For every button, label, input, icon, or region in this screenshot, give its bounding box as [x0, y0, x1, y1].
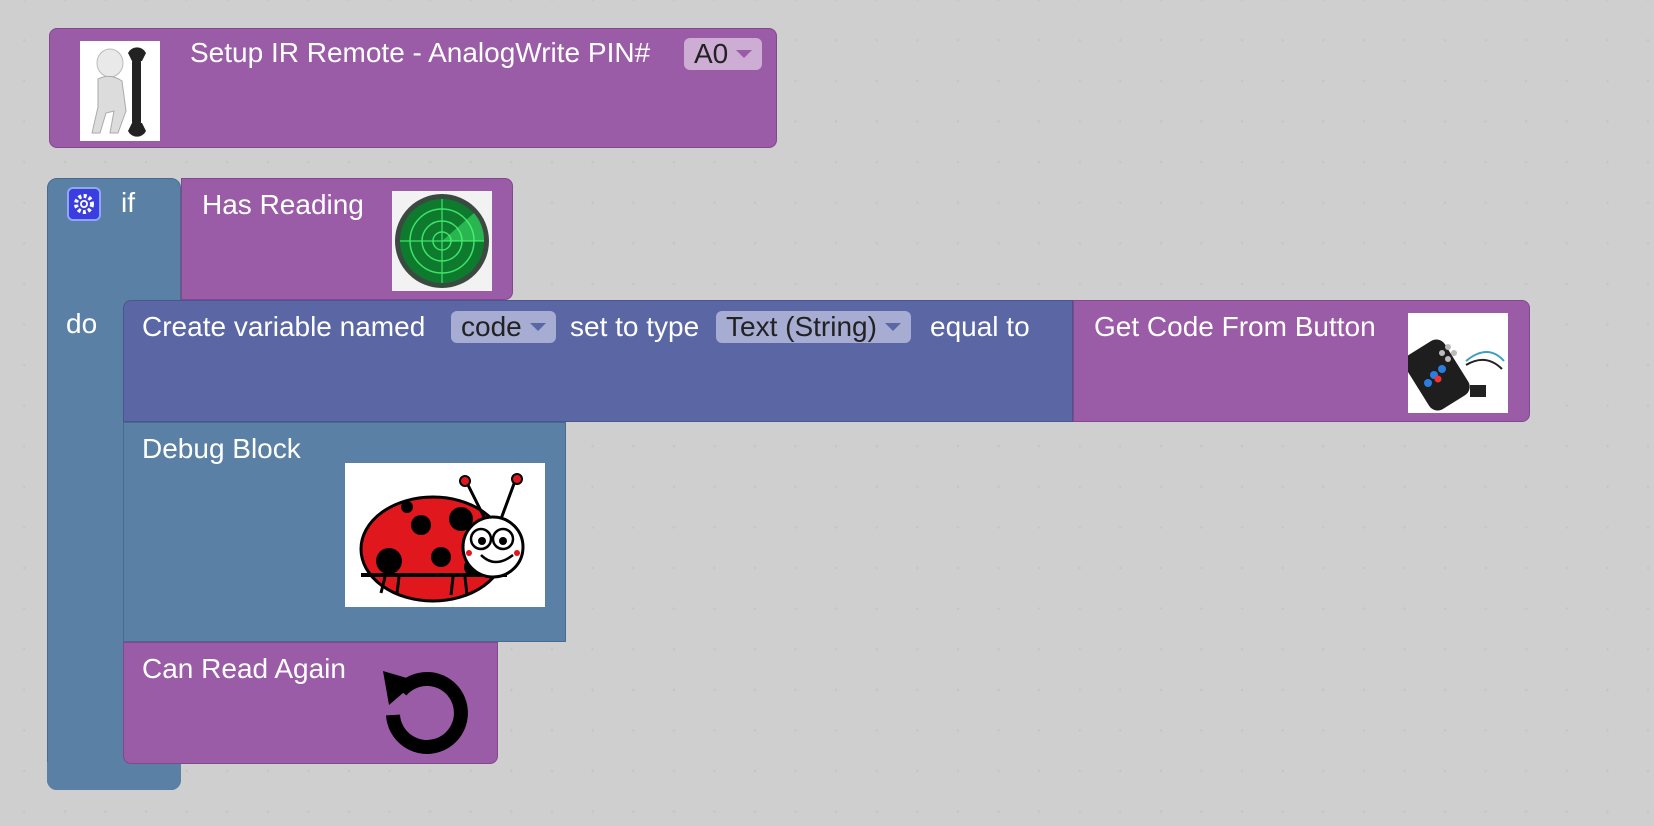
has-reading-block[interactable]: Has Reading: [181, 178, 513, 300]
chevron-down-icon: [529, 323, 546, 331]
setup-ir-remote-block[interactable]: Setup IR Remote - AnalogWrite PIN# A0: [49, 28, 777, 148]
debug-block-label: Debug Block: [142, 433, 301, 464]
do-label: do: [66, 308, 98, 339]
chevron-down-icon: [884, 323, 901, 331]
refresh-icon: [379, 661, 473, 755]
variable-name-dropdown[interactable]: code: [451, 311, 556, 343]
variable-type-value: Text (String): [726, 311, 877, 342]
if-label: if: [121, 187, 135, 218]
can-read-again-block[interactable]: Can Read Again: [123, 642, 498, 764]
create-variable-prefix: Create variable named: [142, 311, 426, 342]
mechanic-wrench-figure-icon: [80, 41, 160, 141]
get-code-label: Get Code From Button: [1094, 311, 1376, 342]
chevron-down-icon: [736, 50, 753, 58]
setup-block-label: Setup IR Remote - AnalogWrite PIN#: [190, 37, 651, 68]
has-reading-label: Has Reading: [202, 189, 364, 220]
create-variable-block[interactable]: Create variable named code set to type T…: [123, 300, 1073, 422]
pin-dropdown[interactable]: A0: [684, 38, 763, 70]
create-variable-suffix: equal to: [930, 311, 1030, 342]
variable-name-value: code: [461, 311, 522, 342]
get-code-block[interactable]: Get Code From Button: [1073, 300, 1530, 422]
if-do-block-bottom: [47, 762, 181, 790]
ladybug-icon: [345, 463, 545, 607]
can-read-again-label: Can Read Again: [142, 653, 346, 684]
debug-block[interactable]: Debug Block: [123, 422, 566, 642]
create-variable-middle: set to type: [570, 311, 700, 342]
radar-icon: [392, 191, 492, 291]
variable-type-dropdown[interactable]: Text (String): [716, 311, 911, 343]
ir-remote-icon: [1408, 313, 1508, 413]
pin-dropdown-value: A0: [694, 38, 729, 69]
gear-icon[interactable]: [67, 187, 101, 221]
